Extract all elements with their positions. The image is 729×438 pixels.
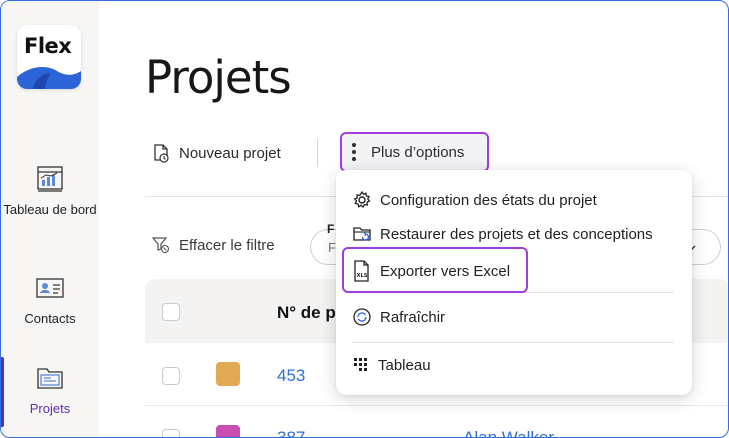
menu-item-project-states-config[interactable]: Configuration des états du projet [352,190,597,210]
menu-item-label: Tableau [378,356,431,374]
menu-item-restore-projects[interactable]: Restaurer des projets et des conceptions [352,224,653,244]
filter-field-label: F [327,222,335,236]
sidebar-item-label: Projets [29,401,71,416]
project-owner-link[interactable]: Alan Walker [463,428,554,437]
project-color-swatch [216,425,240,437]
logo-wave-icon [17,67,81,89]
more-options-button[interactable]: Plus d’options [340,132,489,172]
menu-item-table-view[interactable]: Tableau [352,356,431,374]
gear-icon [353,190,371,209]
project-number-link[interactable]: 387 [277,428,305,437]
sidebar-item-contacts[interactable]: Contacts [1,273,99,326]
sidebar-item-label: Contacts [24,311,76,326]
table-grid-icon [354,358,367,371]
row-checkbox[interactable] [162,367,180,385]
page-title: Projets [145,51,292,104]
project-number-link[interactable]: 453 [277,366,305,386]
dashboard-icon [37,166,63,192]
new-document-icon [154,144,169,163]
project-color-swatch [216,362,240,386]
toolbar-divider [317,139,318,167]
folder-restore-icon [353,227,371,241]
new-project-label: Nouveau projet [179,144,281,162]
menu-item-label: Rafraîchir [380,308,446,326]
row-checkbox[interactable] [162,429,180,437]
select-all-checkbox[interactable] [162,303,180,321]
refresh-icon [353,308,371,326]
filter-clear-icon [151,237,170,254]
vertical-dots-icon [352,143,356,161]
menu-item-refresh[interactable]: Rafraîchir [352,307,445,327]
app-logo[interactable]: Flex [17,25,81,89]
more-options-label: Plus d’options [371,143,465,161]
clear-filter-button[interactable]: Effacer le filtre [151,235,275,255]
row-divider [145,405,728,406]
filter-field-value: F [328,240,336,255]
menu-item-label: Restaurer des projets et des conceptions [380,225,653,243]
new-project-button[interactable]: Nouveau projet [151,139,281,167]
menu-divider [352,342,674,343]
app-window: Flex Tableau de bord Contacts Projets Pr… [0,0,729,438]
logo-text: Flex [24,34,72,58]
contact-card-icon [36,278,64,298]
clear-filter-label: Effacer le filtre [179,236,275,254]
export-highlight-outline [342,247,528,293]
menu-item-label: Configuration des états du projet [380,191,597,209]
projects-icon [37,368,63,389]
sidebar-item-dashboard[interactable]: Tableau de bord [1,164,99,217]
sidebar-item-label: Tableau de bord [3,202,97,217]
sidebar-item-projects[interactable]: Projets [1,363,99,416]
sidebar: Flex Tableau de bord Contacts Projets [1,1,99,437]
column-header-number[interactable]: N° de p [277,303,336,323]
